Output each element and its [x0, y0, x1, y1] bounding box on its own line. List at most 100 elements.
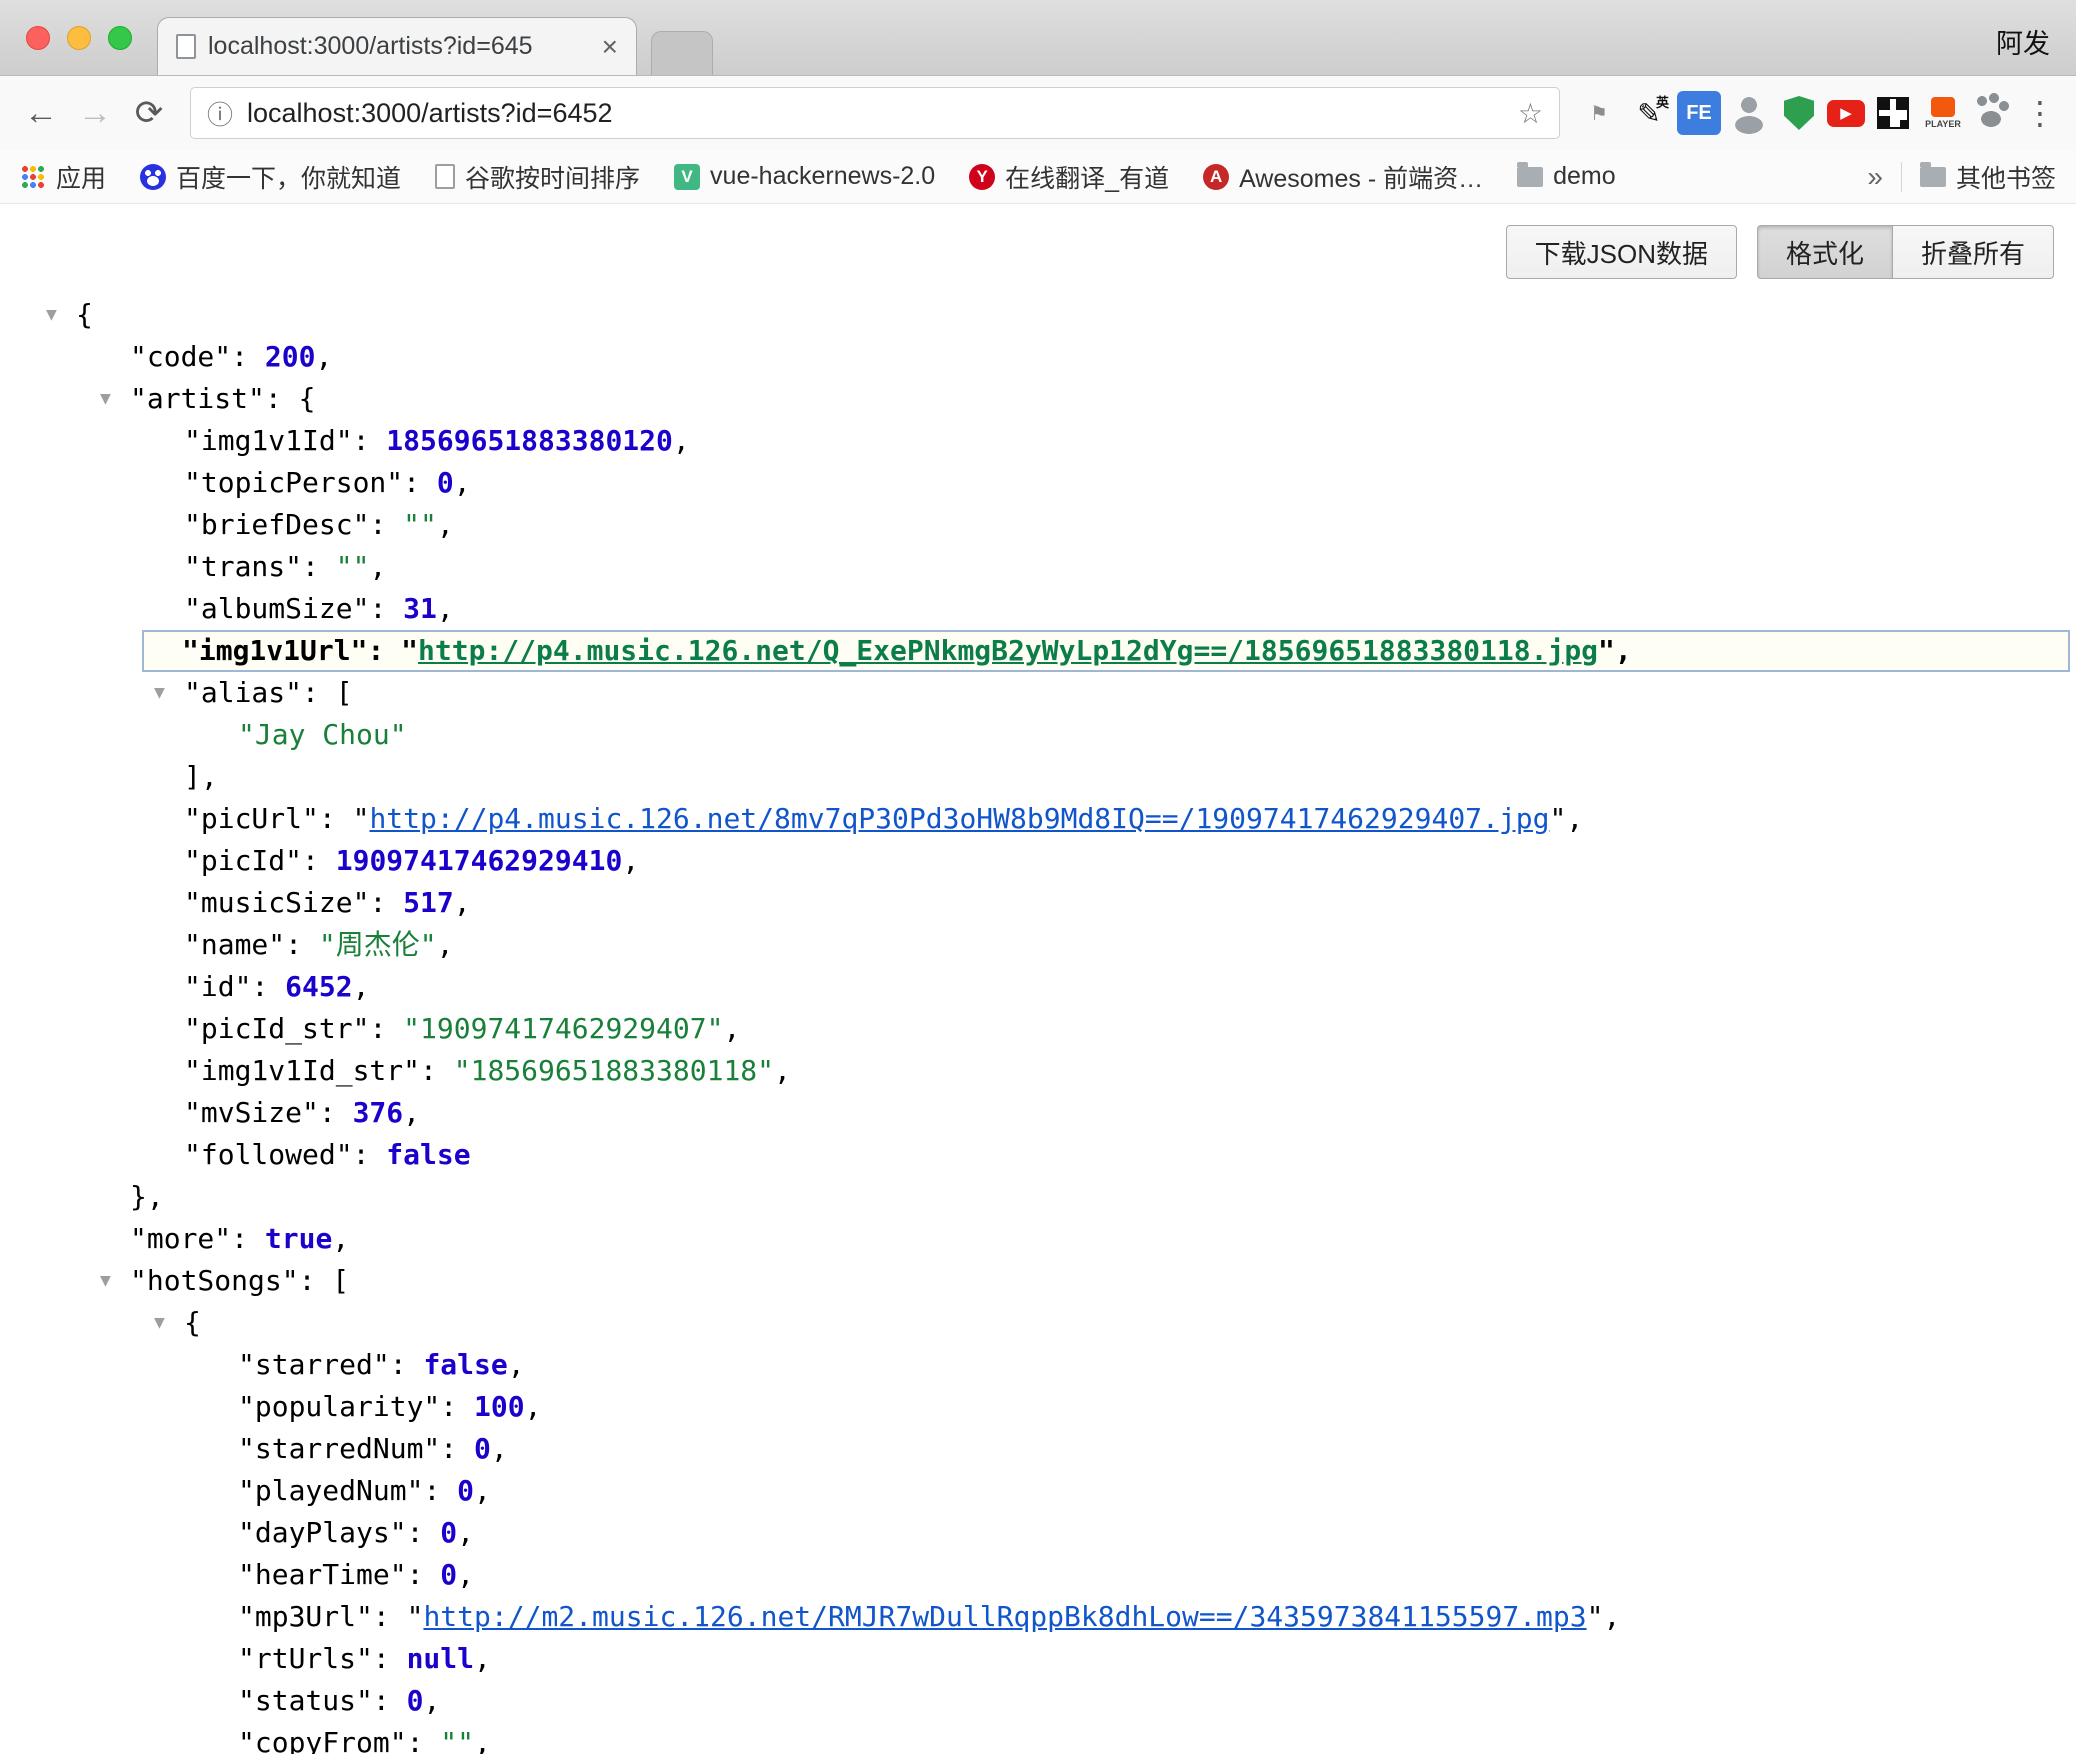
bookmarks-overflow-icon[interactable]: » — [1867, 161, 1883, 193]
json-value: 18569651883380120 — [386, 424, 673, 457]
qr-code-icon[interactable] — [1871, 91, 1915, 135]
bookmark-label: 其他书签 — [1956, 159, 2056, 195]
close-window-button[interactable] — [26, 26, 50, 50]
player-extension-icon[interactable]: PLAYER — [1921, 91, 1965, 135]
json-key: "mvSize" — [184, 1096, 319, 1129]
browser-menu-icon[interactable]: ⋮ — [2018, 94, 2062, 132]
shield-extension-icon[interactable] — [1777, 91, 1821, 135]
json-line: ▼"hotSongs": [ — [0, 1260, 2076, 1302]
json-line: "hearTime": 0, — [0, 1554, 2076, 1596]
tab-close-icon[interactable]: × — [602, 31, 618, 63]
bookmark-item[interactable]: 百度一下，你就知道 — [140, 159, 401, 195]
reload-button[interactable]: ⟳ — [122, 93, 176, 133]
json-line: ▼{ — [0, 1302, 2076, 1344]
json-key: "img1v1Id" — [184, 424, 353, 457]
json-line: "picId": 19097417462929410, — [0, 840, 2076, 882]
json-line: "status": 0, — [0, 1680, 2076, 1722]
collapse-toggle-icon[interactable]: ▼ — [154, 672, 165, 714]
bookmark-item[interactable]: Y在线翻译_有道 — [969, 159, 1169, 195]
format-button[interactable]: 格式化 — [1757, 225, 1893, 279]
json-actions: 下载JSON数据 格式化 折叠所有 — [0, 204, 2076, 280]
minimize-window-button[interactable] — [67, 26, 91, 50]
json-key: "code" — [130, 340, 231, 373]
baidu-icon — [140, 164, 166, 190]
user-silhouette-icon[interactable] — [1727, 91, 1771, 135]
json-punctuation: : — [423, 1474, 457, 1507]
json-key: "briefDesc" — [184, 508, 369, 541]
youdao-icon: Y — [969, 164, 995, 190]
collapse-toggle-icon[interactable]: ▼ — [154, 1302, 165, 1344]
json-punctuation: { — [76, 298, 93, 331]
json-value: "" — [440, 1726, 474, 1754]
browser-tab[interactable]: localhost:3000/artists?id=645 × — [157, 17, 637, 75]
bookmark-item[interactable]: AAwesomes - 前端资… — [1203, 159, 1483, 195]
json-line: "dayPlays": 0, — [0, 1512, 2076, 1554]
json-value: 376 — [353, 1096, 404, 1129]
paw-extension-icon[interactable] — [1971, 91, 2015, 135]
json-punctuation: : — [407, 1726, 441, 1754]
bookmark-item[interactable]: Vvue-hackernews-2.0 — [674, 162, 935, 191]
new-tab-button[interactable] — [651, 31, 713, 75]
bookmark-label: 应用 — [56, 159, 106, 195]
json-value: 100 — [474, 1390, 525, 1423]
json-value: 31 — [403, 592, 437, 625]
vue-icon: V — [674, 164, 700, 190]
page-info-icon[interactable]: ⓘ — [207, 95, 233, 132]
json-punctuation: , — [457, 1516, 474, 1549]
json-link[interactable]: http://m2.music.126.net/RMJR7wDullRqppBk… — [423, 1600, 1586, 1633]
json-key: "picUrl" — [184, 802, 319, 835]
youtube-icon[interactable]: ▶ — [1827, 100, 1865, 127]
bookmark-star-icon[interactable]: ☆ — [1518, 97, 1543, 130]
json-value: 6452 — [285, 970, 352, 1003]
shield-shape — [1784, 96, 1814, 130]
back-button[interactable]: ← — [14, 94, 68, 133]
flag-extension-icon[interactable]: ⚑ — [1577, 91, 1621, 135]
json-punctuation: : — [302, 550, 336, 583]
json-link[interactable]: http://p4.music.126.net/8mv7qP30Pd3oHW8b… — [369, 802, 1549, 835]
url-text[interactable]: localhost:3000/artists?id=6452 — [247, 98, 1504, 129]
collapse-all-button[interactable]: 折叠所有 — [1893, 225, 2054, 279]
json-punctuation: , — [508, 1348, 525, 1381]
collapse-toggle-icon[interactable]: ▼ — [100, 378, 111, 420]
bookmark-item[interactable]: demo — [1517, 162, 1616, 191]
json-line: }, — [0, 1176, 2076, 1218]
collapse-toggle-icon[interactable]: ▼ — [100, 1260, 111, 1302]
download-json-button[interactable]: 下载JSON数据 — [1506, 225, 1737, 279]
json-key: "albumSize" — [184, 592, 369, 625]
json-line: "topicPerson": 0, — [0, 462, 2076, 504]
json-value: 0 — [407, 1684, 424, 1717]
folder-icon — [1920, 167, 1946, 187]
address-bar[interactable]: ⓘ localhost:3000/artists?id=6452 ☆ — [190, 87, 1560, 139]
json-punctuation: ], — [184, 760, 218, 793]
json-value: "18569651883380118" — [454, 1054, 774, 1087]
bookmark-label: 谷歌按时间排序 — [465, 159, 640, 195]
json-punctuation: : — [369, 592, 403, 625]
zoom-window-button[interactable] — [108, 26, 132, 50]
bookmark-item[interactable]: 谷歌按时间排序 — [435, 159, 640, 195]
json-value: 0 — [437, 466, 454, 499]
collapse-toggle-icon[interactable]: ▼ — [46, 294, 57, 336]
bookmarks-divider — [1901, 162, 1902, 192]
json-line: ▼{ — [0, 294, 2076, 336]
bookmark-item[interactable]: 应用 — [20, 159, 106, 195]
json-punctuation: " — [1587, 1600, 1604, 1633]
json-line: "copyFrom": "", — [0, 1722, 2076, 1754]
other-bookmarks-folder[interactable]: 其他书签 — [1920, 159, 2056, 195]
json-line: "Jay Chou" — [0, 714, 2076, 756]
json-link[interactable]: http://p4.music.126.net/Q_ExePNkmgB2yWyL… — [418, 634, 1598, 667]
profile-name[interactable]: 阿发 — [1996, 22, 2050, 61]
json-key: "topicPerson" — [184, 466, 403, 499]
json-punctuation: { — [184, 1306, 201, 1339]
forward-button[interactable]: → — [68, 94, 122, 133]
json-value: 517 — [403, 886, 454, 919]
fe-extension-icon[interactable]: FE — [1677, 91, 1721, 135]
translate-pen-icon[interactable]: ✎英 — [1627, 91, 1671, 135]
json-punctuation: : — [231, 1222, 265, 1255]
json-punctuation: , — [1615, 634, 1632, 667]
json-line: "starred": false, — [0, 1344, 2076, 1386]
json-key: "img1v1Url" — [182, 634, 367, 667]
json-key: "picId" — [184, 844, 302, 877]
json-key: "name" — [184, 928, 285, 961]
json-value: false — [386, 1138, 470, 1171]
json-key: "starredNum" — [238, 1432, 440, 1465]
